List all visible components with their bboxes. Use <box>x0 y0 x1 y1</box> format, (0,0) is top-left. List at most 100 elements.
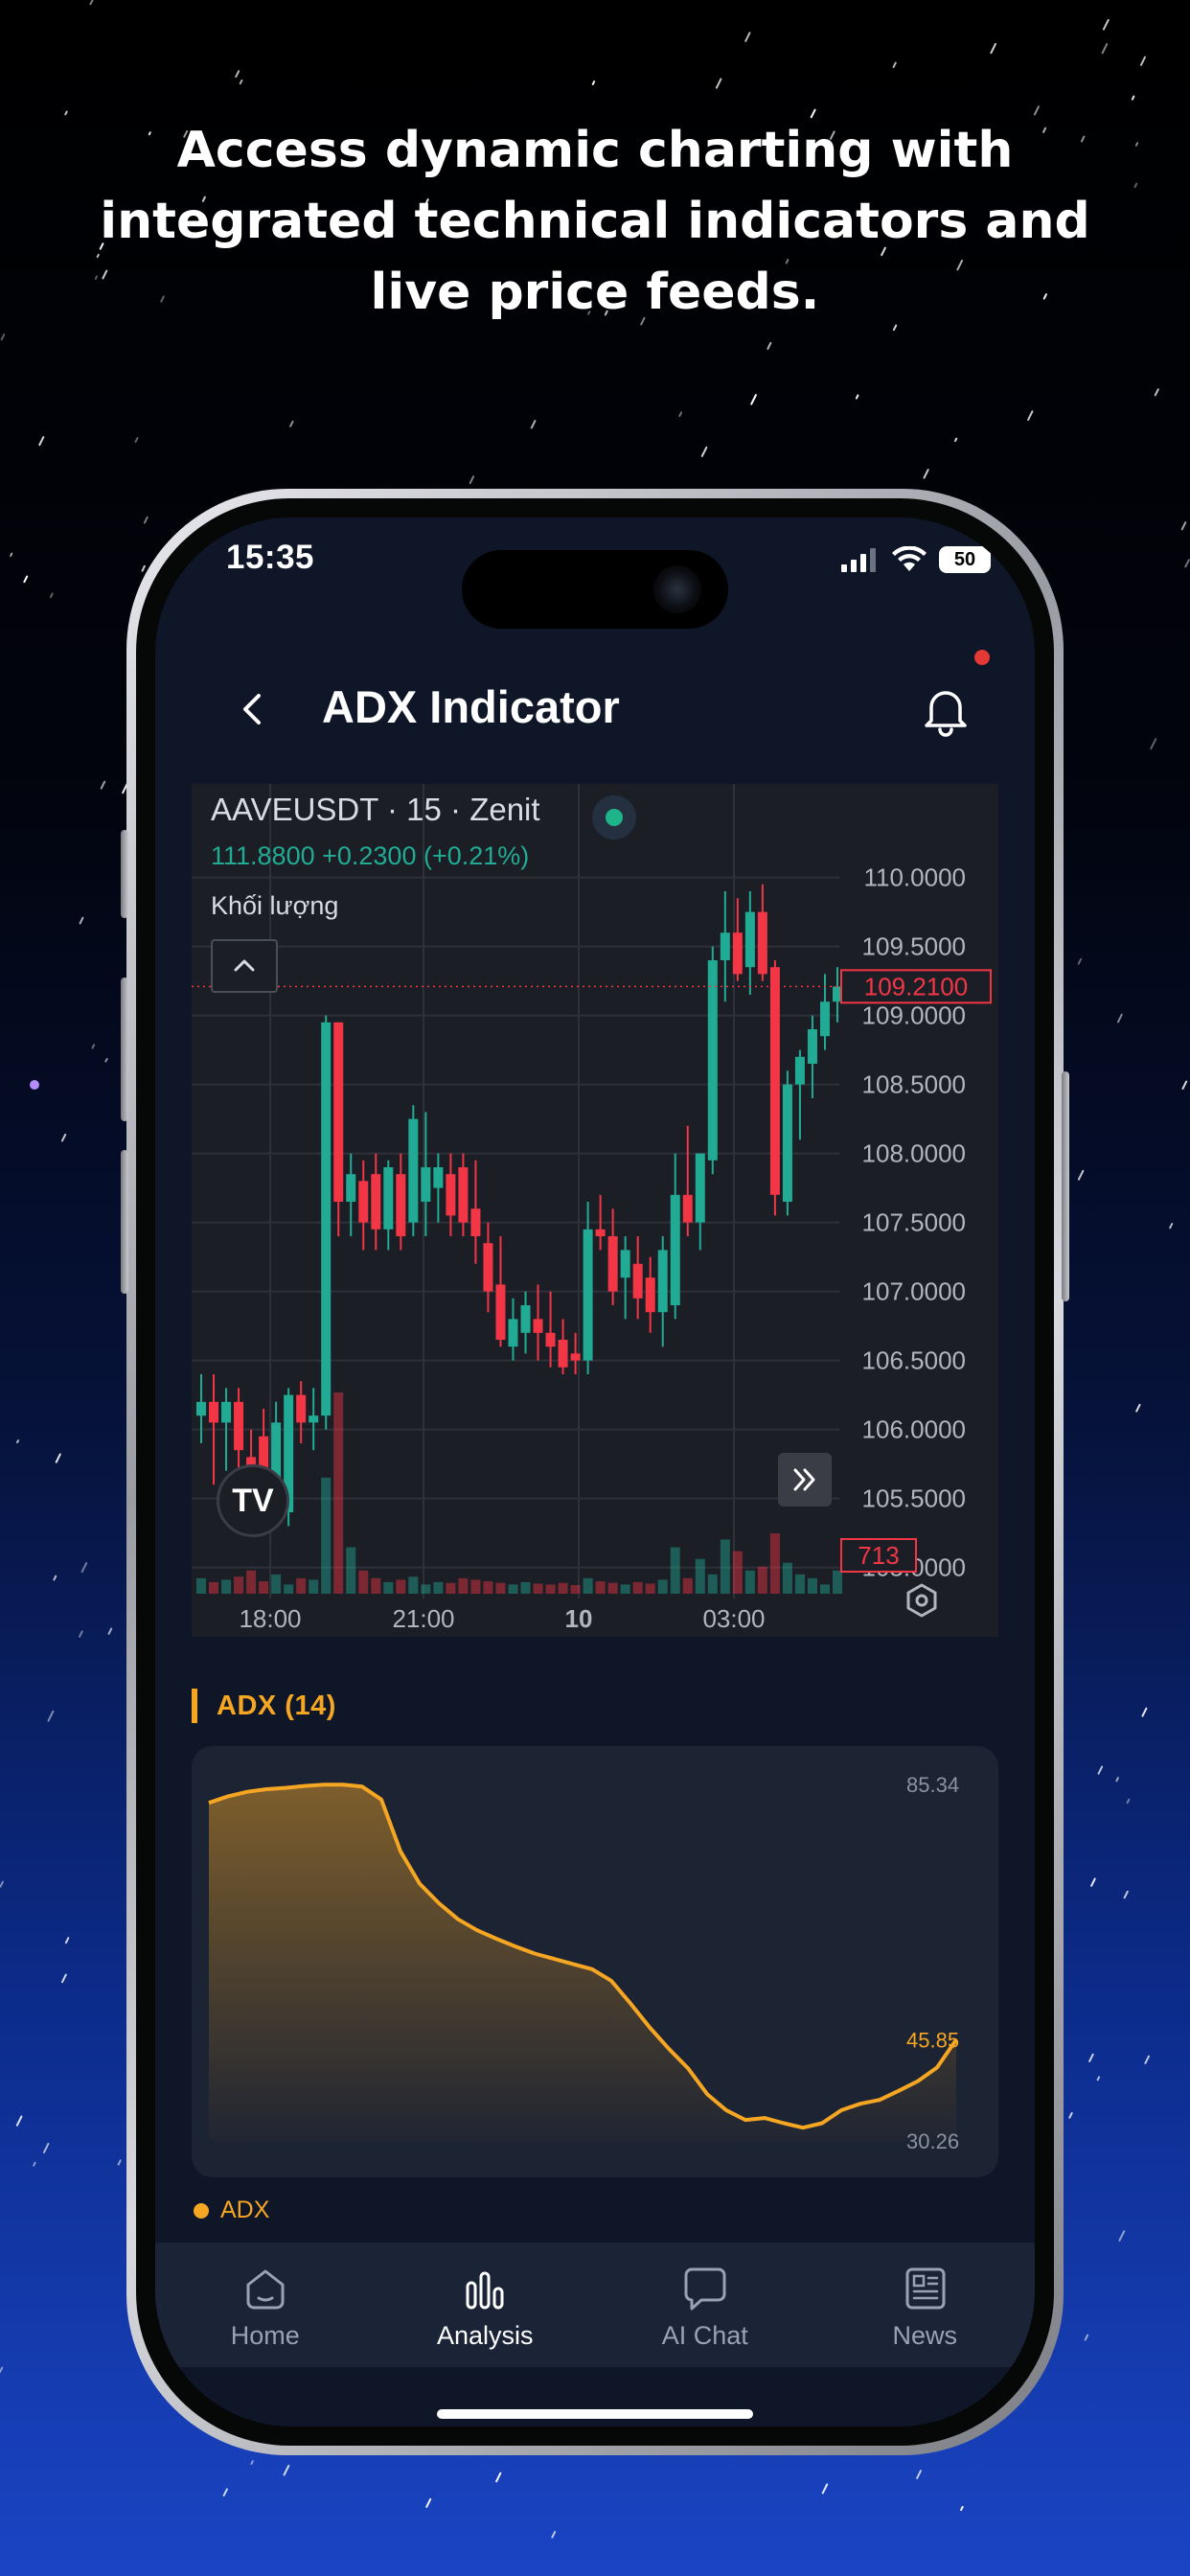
volume-bar <box>607 1582 618 1594</box>
candle-body <box>371 1174 381 1230</box>
volume-bar <box>358 1570 369 1594</box>
newspaper-icon <box>905 2267 946 2310</box>
adx-chart-canvas: 85.34 45.85 30.26 <box>208 1773 959 2153</box>
star <box>1077 957 1083 965</box>
candle-body <box>470 1208 481 1236</box>
candle-body <box>645 1277 655 1313</box>
bar-chart-icon <box>466 2271 504 2310</box>
adx-chart[interactable]: 85.34 45.85 30.26 <box>192 1746 998 2177</box>
volume-bar <box>396 1579 406 1594</box>
phone-screen: 15:35 50 ADX Indicator 110.0000 109.5000… <box>155 518 1035 2426</box>
volume-bar <box>271 1574 282 1594</box>
collapse-legend-button[interactable] <box>211 939 278 993</box>
volume-bar <box>620 1584 630 1594</box>
star <box>79 1630 83 1638</box>
last-price-label: 109.2100 <box>864 972 968 1000</box>
star <box>1150 738 1157 750</box>
price-tick-label: 110.0000 <box>863 863 966 892</box>
tab-news[interactable]: News <box>815 2242 1036 2367</box>
star <box>1084 2334 1089 2341</box>
volume-bar <box>757 1566 767 1594</box>
star <box>892 61 897 68</box>
star <box>678 411 683 418</box>
volume-bar <box>520 1581 531 1594</box>
tab-home[interactable]: Home <box>155 2242 376 2367</box>
scroll-to-realtime-button[interactable] <box>778 1453 832 1506</box>
action-button <box>121 830 128 918</box>
star <box>855 394 859 400</box>
volume-label: Khối lượng <box>211 891 339 920</box>
chart-symbol-title: AAVEUSDT · 15 · Zenit <box>211 792 540 827</box>
star <box>1135 1403 1141 1413</box>
candle-body <box>595 1229 606 1236</box>
star <box>767 341 772 350</box>
star <box>64 110 68 116</box>
chart-settings-icon[interactable] <box>903 1581 941 1620</box>
wifi-icon <box>892 546 927 571</box>
candle-body <box>682 1194 693 1223</box>
candle-body <box>333 1022 344 1202</box>
volume-bar <box>657 1579 668 1594</box>
star <box>1126 1798 1131 1805</box>
star <box>530 420 537 429</box>
candle-body <box>408 1118 419 1223</box>
volume-bar <box>284 1584 294 1594</box>
star <box>1077 1169 1085 1181</box>
volume-up-button <box>121 978 128 1121</box>
volume-bar <box>321 1477 332 1594</box>
adx-legend-label: ADX <box>220 2196 270 2223</box>
star <box>143 516 149 524</box>
candle-body <box>670 1194 680 1305</box>
chevron-up-icon <box>234 959 255 972</box>
notification-bell-icon[interactable] <box>912 677 979 744</box>
candle-body <box>383 1167 394 1230</box>
star <box>551 2531 557 2539</box>
price-tick-label: 108.5000 <box>862 1070 966 1099</box>
candle-body <box>632 1263 643 1299</box>
candle-body <box>757 911 767 975</box>
star <box>222 2488 228 2496</box>
price-tick-label: 109.5000 <box>862 932 966 961</box>
star <box>239 79 243 85</box>
volume-bar <box>246 1570 257 1594</box>
home-icon <box>246 2269 285 2310</box>
price-chart[interactable]: 110.0000 109.5000 109.0000 108.5000 108.0000… <box>192 784 998 1637</box>
star <box>495 2472 502 2483</box>
volume-bar <box>545 1584 556 1594</box>
candle-body <box>570 1353 581 1361</box>
star <box>80 1562 88 1574</box>
volume-bar <box>570 1585 581 1594</box>
volume-bar <box>508 1584 518 1594</box>
tradingview-logo[interactable]: TV <box>217 1464 289 1537</box>
candle-body <box>558 1340 568 1368</box>
volume-bar <box>645 1583 655 1594</box>
star <box>42 2142 50 2153</box>
candle-body <box>744 911 755 968</box>
tab-ai-chat[interactable]: AI Chat <box>595 2242 815 2367</box>
volume-bar <box>583 1577 593 1594</box>
candle-body <box>607 1236 618 1292</box>
candle-body <box>782 1084 792 1202</box>
volume-bar <box>732 1551 743 1594</box>
tab-analysis[interactable]: Analysis <box>376 2242 596 2367</box>
price-tick-label: 107.0000 <box>862 1277 966 1306</box>
star <box>250 2460 254 2465</box>
adx-tick-label: 30.26 <box>906 2129 959 2153</box>
volume-bar <box>309 1579 319 1594</box>
volume-bar <box>819 1584 830 1594</box>
candle-body <box>483 1243 493 1292</box>
candle-body <box>458 1167 469 1223</box>
adx-section-title: ADX (14) <box>192 1689 336 1723</box>
candle-body <box>234 1401 244 1451</box>
star <box>1133 182 1138 189</box>
back-chevron-icon[interactable] <box>224 680 282 738</box>
volume-bar <box>707 1574 718 1594</box>
adx-legend-dot <box>194 2202 209 2219</box>
volume-bar <box>720 1539 730 1594</box>
candle-body <box>221 1401 232 1423</box>
star <box>1118 2230 1126 2242</box>
double-chevron-right-icon <box>793 1468 815 1491</box>
volume-bar <box>595 1581 606 1594</box>
notification-badge <box>974 650 990 665</box>
star <box>744 32 751 42</box>
